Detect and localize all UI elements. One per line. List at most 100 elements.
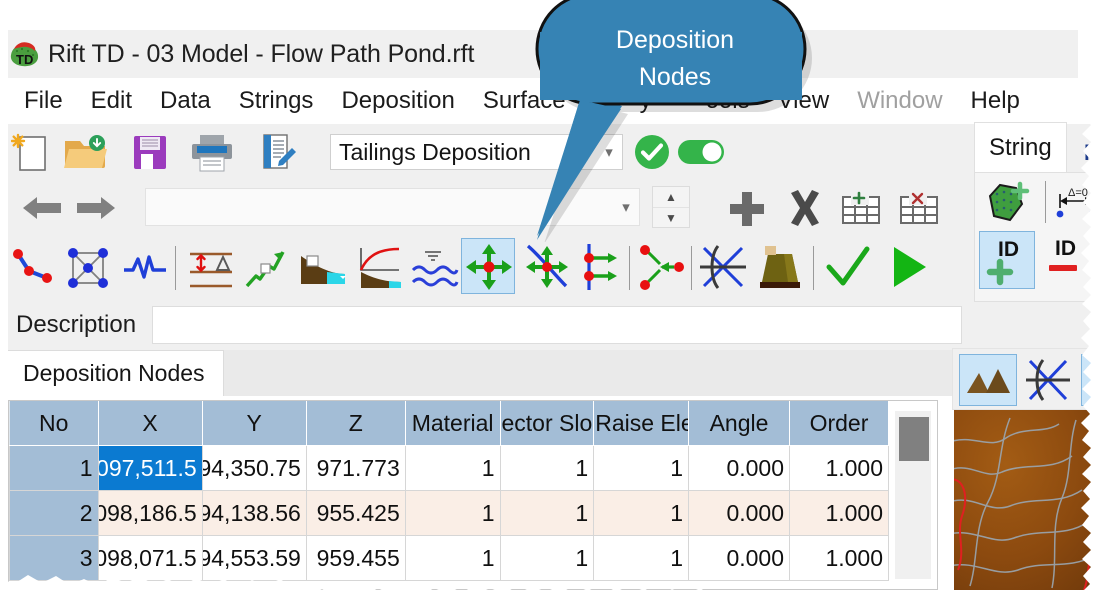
print-icon[interactable] — [186, 130, 238, 176]
remove-row-icon[interactable] — [896, 188, 942, 230]
elevation-range-icon[interactable] — [184, 242, 238, 294]
insert-row-icon[interactable] — [838, 188, 884, 230]
water-level-icon[interactable] — [408, 242, 462, 294]
cell-angle[interactable]: 0.000 — [687, 445, 791, 491]
terrain-surface-icon[interactable] — [959, 354, 1017, 406]
toolbar-separator-5 — [813, 246, 814, 290]
north-arrow-icon[interactable] — [1081, 354, 1102, 406]
cell-angle[interactable]: 0.000 — [687, 490, 791, 536]
cell-raise-elev[interactable]: 1 — [593, 445, 689, 491]
cell-material[interactable]: 1 — [404, 445, 501, 491]
column-header-angle[interactable]: Angle — [687, 401, 791, 446]
column-header-raise-elev[interactable]: Raise Elev — [593, 401, 689, 446]
menu-item-strings[interactable]: Strings — [225, 87, 328, 115]
svg-text:Δ=0: Δ=0 — [1068, 187, 1088, 199]
column-header-material[interactable]: Material — [404, 401, 501, 446]
window-title: Rift TD - 03 Model - Flow Path Pond.rft — [48, 39, 475, 68]
tab-strip: Deposition Nodes — [0, 350, 1102, 396]
tab-deposition-nodes[interactable]: Deposition Nodes — [4, 350, 224, 396]
column-header-no[interactable]: No — [9, 401, 99, 446]
scroll-thumb[interactable] — [899, 417, 929, 461]
add-id-icon[interactable]: ID — [979, 231, 1035, 289]
tab-next-partial[interactable]: N — [1084, 140, 1100, 166]
view-dock-panel — [952, 348, 1102, 590]
table-row[interactable]: 2 098,186.5 94,138.56 955.425 1 1 1 0.00… — [9, 490, 889, 536]
tab-string[interactable]: String — [974, 122, 1067, 172]
cell-x[interactable]: 097,511.5 — [97, 445, 203, 491]
beach-profile-icon[interactable] — [296, 242, 350, 294]
cell-vector-slope[interactable]: 1 — [499, 490, 595, 536]
cell-material[interactable]: 1 — [404, 535, 501, 581]
string-tools-body: Δ=0 ID ID — [974, 172, 1102, 302]
application-window: TD Rift TD - 03 Model - Flow Path Pond.r… — [0, 0, 1102, 590]
node-offset-icon[interactable] — [576, 240, 624, 294]
confirm-check-icon[interactable] — [822, 240, 874, 294]
menu-item-edit[interactable]: Edit — [77, 87, 146, 115]
menu-item-data[interactable]: Data — [146, 87, 225, 115]
zero-delta-spacing-icon[interactable]: Δ=0 — [1051, 179, 1101, 229]
table-row[interactable]: 3 098,071.5 94,553.59 959.455 1 1 1 0.00… — [9, 535, 889, 581]
cell-vector-slope[interactable]: 1 — [499, 445, 595, 491]
cell-angle[interactable]: 0.000 — [687, 535, 791, 581]
vertical-scrollbar[interactable] — [895, 411, 931, 579]
cell-order[interactable]: 1.000 — [789, 535, 889, 581]
add-polygon-string-icon[interactable] — [981, 179, 1033, 229]
row-number[interactable]: 2 — [9, 490, 99, 536]
arrow-right-icon[interactable] — [72, 188, 120, 228]
node-merge-icon[interactable] — [636, 240, 686, 294]
left-margin-strip — [0, 0, 8, 590]
cell-y[interactable]: 94,138.56 — [201, 490, 307, 536]
callout-deposition-nodes — [480, 0, 840, 247]
column-header-vector-slope[interactable]: ector Slop — [499, 401, 595, 446]
polyline-string-icon[interactable] — [6, 242, 58, 294]
cell-z[interactable]: 955.425 — [305, 490, 406, 536]
tailings-dam-icon[interactable] — [754, 240, 806, 294]
menu-item-deposition[interactable]: Deposition — [327, 87, 468, 115]
cell-y[interactable]: 94,350.75 — [201, 445, 307, 491]
cell-x[interactable]: 098,071.5 — [97, 535, 203, 581]
crossing-strings-view-icon[interactable] — [1023, 354, 1075, 406]
cell-vector-slope[interactable]: 1 — [499, 535, 595, 581]
waveform-icon[interactable] — [120, 242, 170, 294]
remove-id-icon[interactable]: ID — [1041, 231, 1097, 289]
edit-document-icon[interactable] — [253, 130, 301, 176]
cell-material[interactable]: 1 — [404, 490, 501, 536]
cell-raise-elev[interactable]: 1 — [593, 535, 689, 581]
deposition-nodes-table: No X Y Z Material ector Slop Raise Elev … — [8, 400, 938, 590]
column-header-z[interactable]: Z — [305, 401, 406, 446]
column-header-y[interactable]: Y — [201, 401, 307, 446]
table-row[interactable]: 1 097,511.5 94,350.75 971.773 1 1 1 0.00… — [9, 445, 889, 491]
cell-x[interactable]: 098,186.5 — [97, 490, 203, 536]
toolbar-separator-4 — [691, 246, 692, 290]
menu-item-window: Window — [857, 87, 943, 114]
menu-item-help[interactable]: Help — [957, 87, 1034, 115]
cell-y[interactable]: 94,553.59 — [201, 535, 307, 581]
add-id-label: ID — [998, 238, 1019, 261]
column-header-order[interactable]: Order — [789, 401, 889, 446]
cell-order[interactable]: 1.000 — [789, 445, 889, 491]
row-number[interactable]: 1 — [9, 445, 99, 491]
cell-order[interactable]: 1.000 — [789, 490, 889, 536]
rising-trend-icon[interactable] — [240, 242, 292, 294]
mesh-network-icon[interactable] — [62, 242, 116, 294]
open-folder-icon[interactable] — [60, 130, 112, 176]
save-disk-icon[interactable] — [127, 130, 173, 176]
contour-terrain-map[interactable] — [954, 410, 1102, 590]
table-header-row: No X Y Z Material ector Slop Raise Elev … — [9, 401, 889, 446]
node-move-along-string-icon[interactable] — [520, 240, 574, 294]
cell-z[interactable]: 971.773 — [305, 445, 406, 491]
crossing-strings-icon[interactable] — [698, 240, 750, 294]
run-play-icon[interactable] — [882, 240, 934, 294]
deposition-curve-icon[interactable] — [352, 242, 406, 294]
description-row: Description — [0, 300, 1102, 350]
menu-item-file[interactable]: File — [10, 87, 77, 115]
new-file-icon[interactable] — [8, 130, 54, 176]
row-number[interactable]: 3 — [9, 535, 99, 581]
string-dock-panel: String N Δ=0 ID ID — [966, 122, 1102, 302]
cell-z[interactable]: 959.455 — [305, 535, 406, 581]
cell-raise-elev[interactable]: 1 — [593, 490, 689, 536]
arrow-left-icon[interactable] — [18, 188, 66, 228]
column-header-x[interactable]: X — [97, 401, 203, 446]
description-input[interactable] — [152, 306, 962, 344]
description-label: Description — [16, 311, 137, 338]
